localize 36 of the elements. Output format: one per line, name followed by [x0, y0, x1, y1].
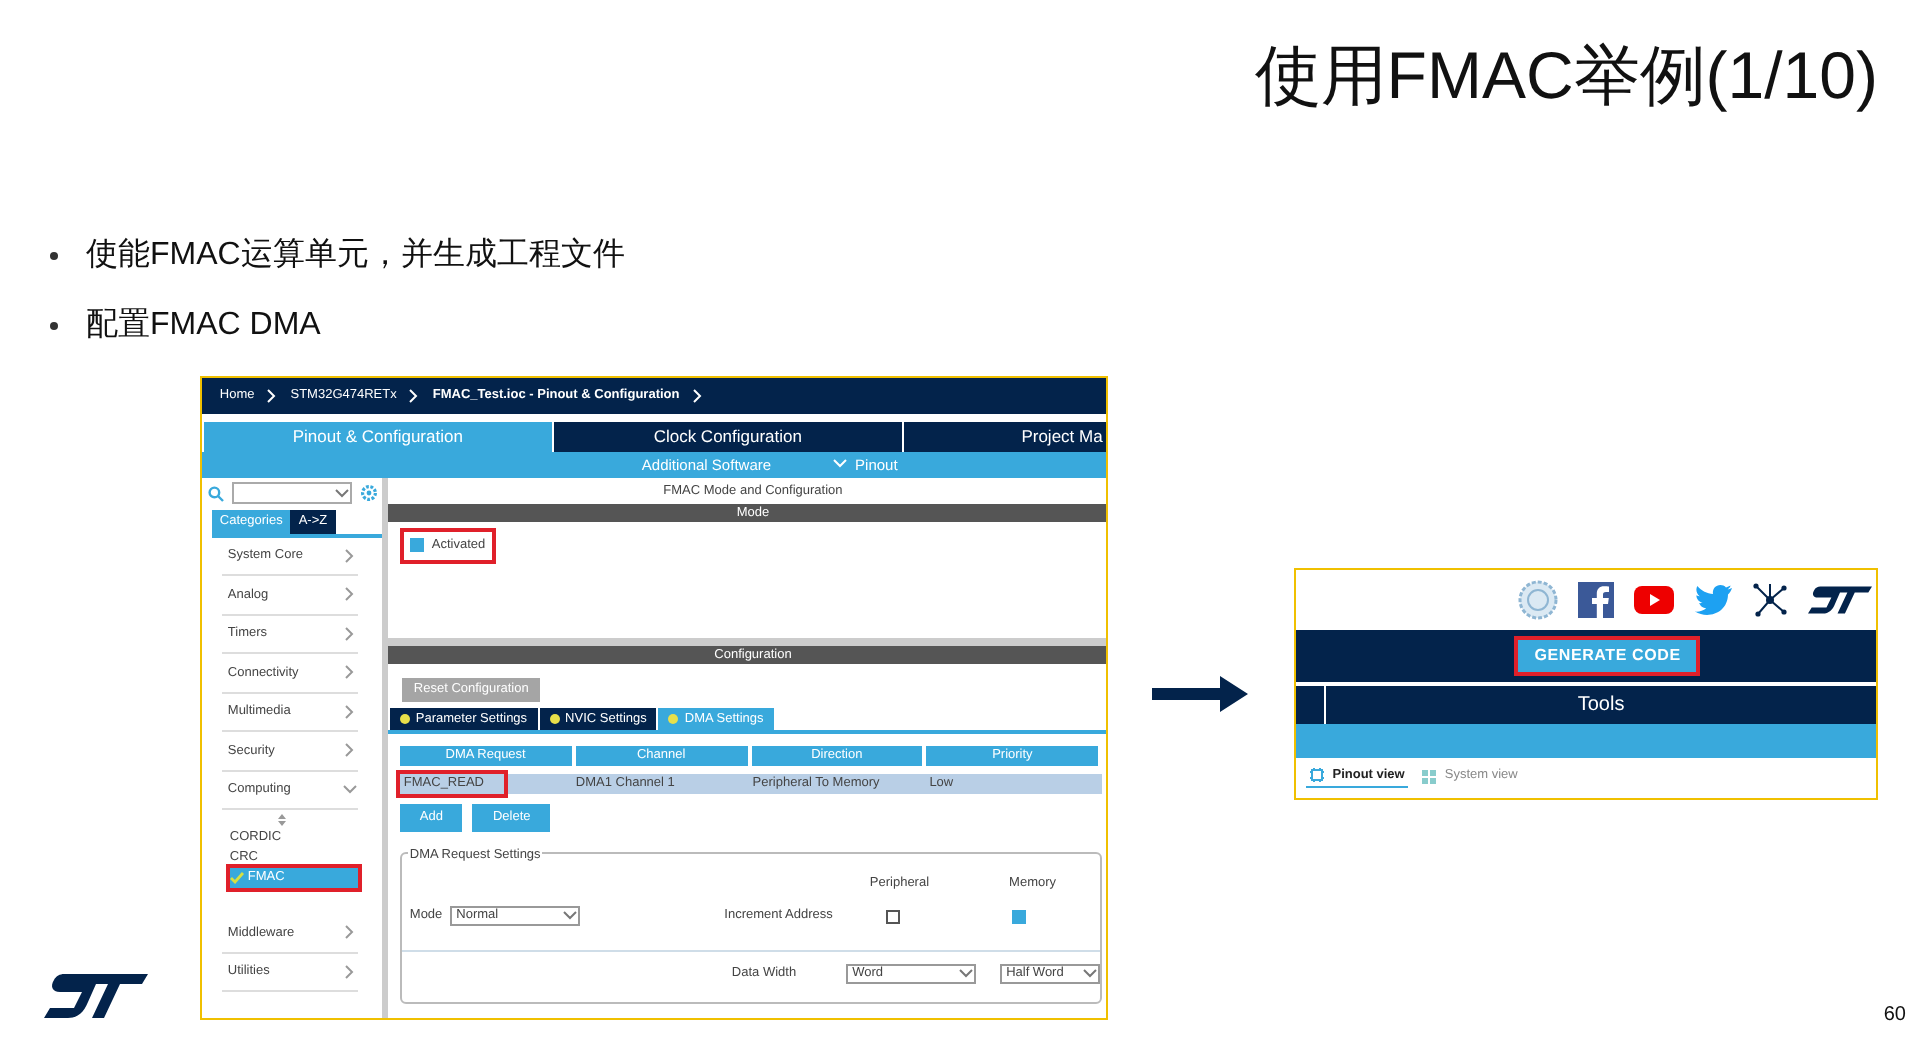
- chevron-icon: [562, 908, 579, 925]
- checkbox[interactable]: [1012, 909, 1027, 924]
- arrow-icon: [1152, 676, 1249, 712]
- search-field[interactable]: [231, 482, 352, 505]
- chevron-icon: [406, 387, 423, 404]
- bird-icon: [1693, 584, 1732, 616]
- status-dot-icon: [549, 714, 560, 724]
- chevron-icon: [333, 485, 350, 502]
- chevron-icon: [264, 387, 281, 404]
- chevron-icon: [831, 456, 848, 473]
- chevron-icon: [689, 387, 706, 404]
- page-number: 60: [1883, 1002, 1906, 1030]
- chip-icon: [1310, 768, 1325, 782]
- bullet-icon: [50, 321, 58, 329]
- status-dot-icon: [399, 714, 410, 724]
- status-dot-icon: [668, 714, 679, 724]
- sort-icon: [277, 813, 286, 826]
- main-tab[interactable]: Clock Configuration: [551, 421, 902, 452]
- slide-title: 使用FMAC举例(1/10): [1254, 36, 1878, 116]
- facebook-icon: [1577, 582, 1614, 618]
- logo-icon: [1807, 586, 1872, 614]
- checkbox-box[interactable]: [409, 538, 424, 553]
- bullet-text: 使能FMAC运算单元，并生成工程文件: [86, 235, 625, 275]
- bullet-icon: [50, 251, 58, 259]
- chevron-icon: [958, 965, 975, 982]
- logo-icon: [44, 974, 148, 1018]
- search-icon: [207, 485, 224, 502]
- grid-icon: [1422, 769, 1437, 783]
- main-tab[interactable]: Project Ma: [901, 421, 1107, 452]
- video-play-icon: [1633, 586, 1674, 614]
- bullet-text: 配置FMAC DMA: [86, 305, 321, 345]
- network-icon: [1751, 582, 1788, 618]
- checkbox[interactable]: [886, 909, 901, 924]
- settings-icon: [359, 484, 378, 503]
- chevron-icon: [1082, 965, 1099, 982]
- badge-icon: [1517, 580, 1558, 620]
